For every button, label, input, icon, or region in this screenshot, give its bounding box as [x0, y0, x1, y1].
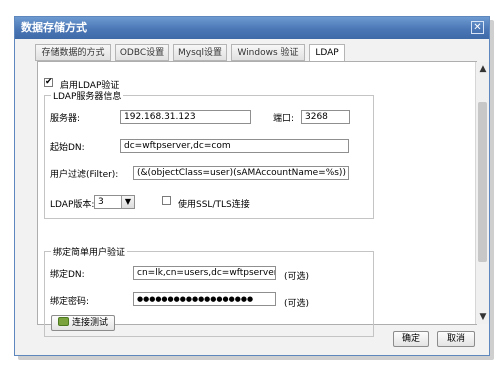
server-info-group: LDAP服务器信息 服务器: 192.168.31.123 端口: 3268 起…	[44, 89, 374, 219]
bind-password-input[interactable]: ●●●●●●●●●●●●●●●●●●●	[133, 292, 276, 306]
filter-label: 用户过滤(Filter):	[50, 170, 119, 180]
port-input[interactable]: 3268	[301, 110, 350, 124]
test-connection-button[interactable]: 连接测试	[51, 315, 115, 331]
ldap-version-select[interactable]: 3 ▼	[94, 195, 135, 209]
filter-input[interactable]: (&(objectClass=user)(sAMAccountName=%s))	[133, 166, 349, 180]
title-bar[interactable]: 数据存储方式 ✕	[15, 17, 489, 39]
scroll-up-icon[interactable]: ▲	[476, 62, 490, 76]
window-title: 数据存储方式	[21, 21, 87, 34]
port-label: 端口:	[273, 114, 295, 124]
ssl-label: 使用SSL/TLS连接	[178, 200, 250, 210]
base-dn-label: 起始DN:	[50, 143, 85, 153]
ldap-version-label: LDAP版本:	[50, 200, 95, 210]
chevron-down-icon[interactable]: ▼	[121, 196, 134, 208]
dialog-window: 数据存储方式 ✕ 存储数据的方式 ODBC设置 Mysql设置 Windows …	[14, 16, 490, 356]
bind-dn-optional: (可选)	[284, 272, 310, 282]
tab-odbc[interactable]: ODBC设置	[115, 44, 169, 61]
bind-dn-input[interactable]: cn=lk,cn=users,dc=wftpserver,dc=com	[133, 266, 276, 280]
tab-windows-auth[interactable]: Windows 验证	[231, 44, 305, 61]
bind-dn-label: 绑定DN:	[50, 270, 85, 280]
tab-storage-method[interactable]: 存储数据的方式	[35, 44, 111, 61]
plug-icon	[57, 317, 69, 326]
tab-mysql[interactable]: Mysql设置	[173, 44, 227, 61]
bind-auth-title: 绑定简单用户验证	[51, 245, 128, 258]
ldap-version-value: 3	[98, 197, 104, 207]
scroll-thumb[interactable]	[478, 102, 487, 262]
scroll-down-icon[interactable]: ▼	[476, 310, 490, 324]
cancel-button[interactable]: 取消	[437, 331, 475, 347]
server-input[interactable]: 192.168.31.123	[120, 110, 251, 124]
ldap-panel: ✔ 启用LDAP验证 LDAP服务器信息 服务器: 192.168.31.123…	[37, 61, 477, 337]
bind-password-label: 绑定密码:	[50, 297, 90, 307]
ok-button[interactable]: 确定	[393, 331, 429, 347]
base-dn-input[interactable]: dc=wftpserver,dc=com	[120, 139, 349, 153]
bind-password-optional: (可选)	[284, 299, 310, 309]
enable-ldap-checkbox[interactable]: ✔	[44, 78, 53, 87]
server-info-title: LDAP服务器信息	[51, 89, 124, 102]
ssl-checkbox[interactable]	[162, 196, 171, 205]
bind-auth-group: 绑定简单用户验证 绑定DN: cn=lk,cn=users,dc=wftpser…	[44, 245, 374, 337]
test-connection-label: 连接测试	[71, 318, 108, 328]
close-icon[interactable]: ✕	[471, 21, 484, 34]
tab-ldap[interactable]: LDAP	[309, 44, 345, 62]
server-label: 服务器:	[50, 114, 81, 124]
vertical-scrollbar[interactable]: ▲ ▼	[475, 62, 489, 324]
